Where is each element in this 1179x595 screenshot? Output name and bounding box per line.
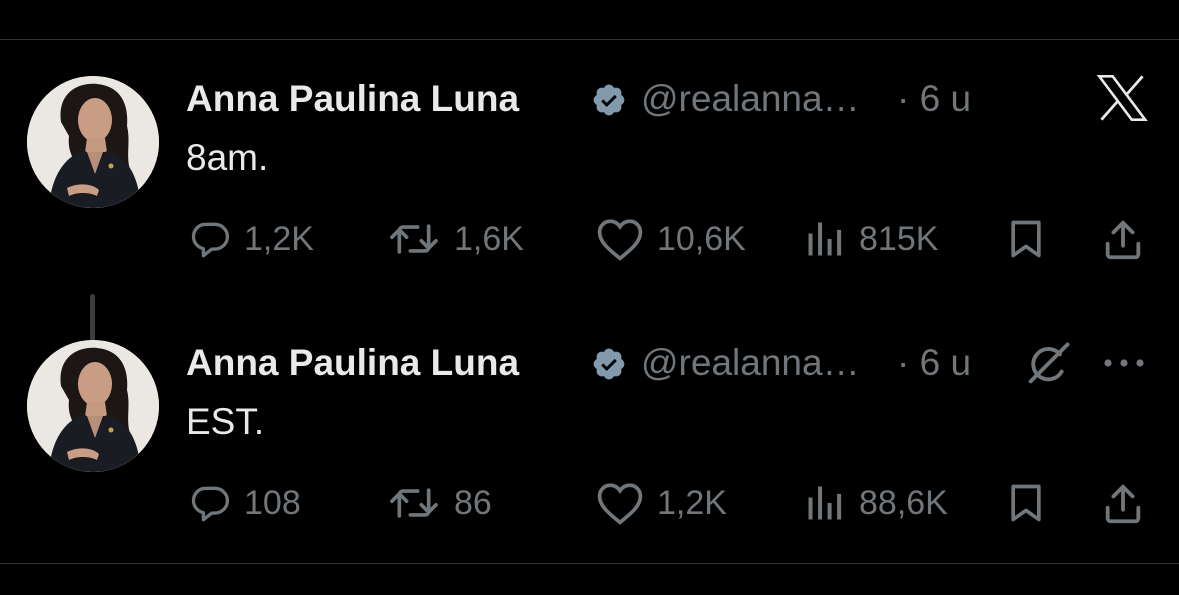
repost-button[interactable]: 86 [386, 478, 492, 528]
repost-icon [390, 224, 438, 254]
views-button[interactable]: 88,6K [803, 478, 948, 528]
action-bar: 1,2K 1,6K 10,6K 815K [0, 214, 1179, 264]
repost-button[interactable]: 1,6K [386, 214, 524, 264]
x-logo-icon[interactable] [1096, 74, 1148, 122]
bookmark-icon[interactable] [1004, 481, 1048, 525]
timestamp[interactable]: · 6 u [897, 342, 971, 384]
heart-icon [597, 219, 643, 261]
bottom-divider [0, 563, 1179, 564]
top-divider [0, 39, 1179, 40]
reply-count: 108 [244, 483, 301, 522]
verified-badge-icon [593, 348, 625, 380]
views-count: 88,6K [859, 483, 948, 522]
reply-icon [191, 222, 230, 258]
like-count: 1,2K [657, 483, 727, 522]
share-icon[interactable] [1100, 217, 1146, 263]
views-icon [808, 486, 842, 520]
author-name[interactable]: Anna Paulina Luna [186, 78, 519, 120]
reply-button[interactable]: 1,2K [188, 214, 314, 264]
share-icon[interactable] [1100, 481, 1146, 527]
like-count: 10,6K [657, 219, 746, 258]
author-name[interactable]: Anna Paulina Luna [186, 342, 519, 384]
reply-button[interactable]: 108 [188, 478, 301, 528]
avatar[interactable] [27, 76, 159, 208]
grok-icon[interactable] [1022, 338, 1074, 390]
views-count: 815K [859, 219, 939, 258]
avatar[interactable] [27, 340, 159, 472]
timestamp[interactable]: · 6 u [897, 78, 971, 120]
reply-count: 1,2K [244, 219, 314, 258]
like-button[interactable]: 1,2K [595, 478, 727, 528]
views-icon [808, 222, 842, 256]
heart-icon [597, 483, 643, 525]
tweet-text: 8am. [186, 137, 269, 178]
bookmark-icon[interactable] [1004, 217, 1048, 261]
author-handle[interactable]: @realanna… [641, 342, 860, 384]
like-button[interactable]: 10,6K [595, 214, 746, 264]
repost-count: 86 [454, 483, 492, 522]
verified-badge-icon [593, 84, 625, 116]
views-button[interactable]: 815K [803, 214, 938, 264]
action-bar: 108 86 1,2K 88,6K [0, 478, 1179, 528]
reply-icon [191, 486, 230, 522]
repost-count: 1,6K [454, 219, 524, 258]
author-handle[interactable]: @realanna… [641, 78, 860, 120]
repost-icon [390, 488, 438, 518]
more-options-icon[interactable] [1100, 348, 1148, 378]
tweet-text: EST. [186, 401, 265, 442]
